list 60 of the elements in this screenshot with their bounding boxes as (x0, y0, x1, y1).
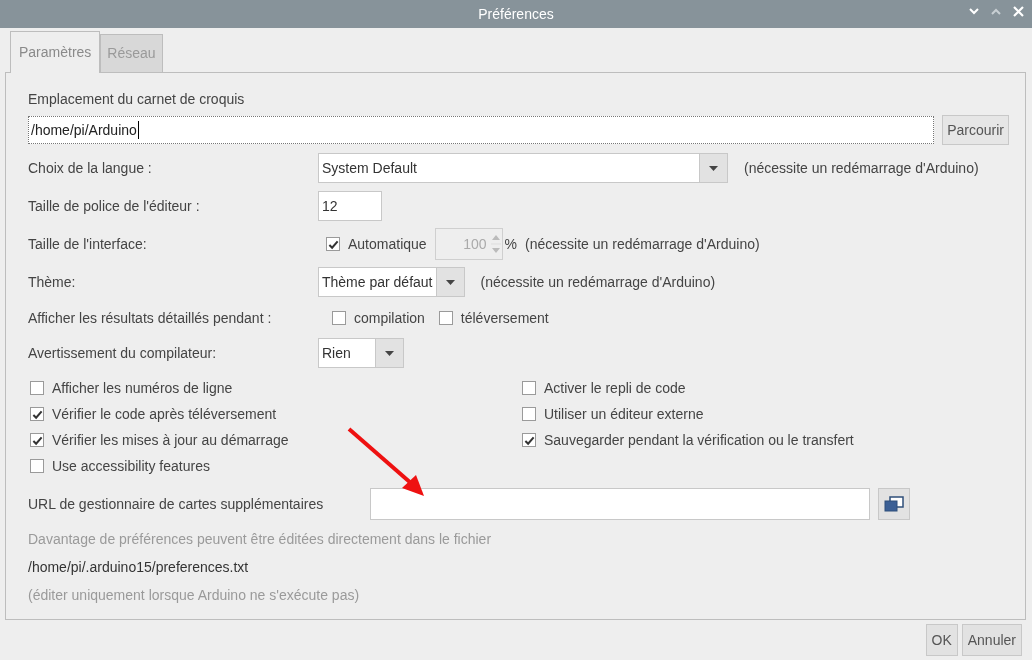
checkbox-label: téléversement (460, 308, 549, 328)
language-dropdown[interactable]: System Default (318, 153, 728, 183)
restart-note: (nécessite un redémarrage d'Arduino) (525, 234, 760, 254)
font-size-field[interactable]: 12 (318, 191, 382, 221)
setting-label: Choix de la langue : (28, 158, 153, 178)
checkbox[interactable] (522, 407, 536, 421)
setting-label: Taille de police de l'éditeur : (28, 196, 201, 216)
checkbox-label: Automatique (348, 234, 427, 254)
boards-url-field[interactable] (370, 488, 870, 520)
checkbox[interactable] (332, 311, 346, 325)
checkbox-label: Vérifier les mises à jour au démarrage (52, 430, 289, 450)
checkmark-icon (31, 434, 43, 446)
setting-label: URL de gestionnaire de cartes supplémentaires (28, 494, 325, 514)
warnings-dropdown[interactable]: Rien (318, 338, 404, 368)
checkbox[interactable] (326, 237, 340, 251)
checkmark-icon (31, 408, 43, 420)
setting-label: Afficher les résultats détaillés pendant : (28, 308, 273, 328)
preferences-file-path: /home/pi/.arduino15/preferences.txt (28, 558, 250, 577)
setting-label: Emplacement du carnet de croquis (28, 90, 246, 109)
minimize-icon[interactable] (969, 8, 979, 15)
dropdown-toggle[interactable] (375, 339, 403, 367)
checkbox-label: Vérifier le code après téléversement (52, 404, 277, 424)
browse-button[interactable]: Parcourir (942, 115, 1009, 145)
caret-icon (385, 350, 394, 356)
windows-icon (884, 496, 904, 512)
checkbox[interactable] (522, 433, 536, 447)
info-note: (éditer uniquement lorsque Arduino ne s'exécute pas) (28, 586, 361, 605)
checkbox-label: Use accessibility features (52, 456, 210, 476)
checkbox-label: compilation (354, 308, 425, 328)
checkbox-label: Utiliser un éditeur externe (544, 404, 704, 424)
checkbox[interactable] (30, 459, 44, 473)
sketchbook-path-field[interactable]: /home/pi/Arduino (28, 116, 935, 144)
dialog-button[interactable]: OK (925, 624, 958, 656)
checkmark-icon (523, 434, 535, 446)
restart-note: (nécessite un redémarrage d'Arduino) (744, 159, 979, 176)
checkbox[interactable] (30, 381, 44, 395)
close-icon[interactable] (1013, 6, 1024, 17)
caret-icon (709, 165, 718, 171)
caret-icon (445, 279, 455, 285)
checkmark-icon (327, 238, 339, 250)
dropdown-toggle[interactable] (435, 268, 464, 296)
checkbox-label: Afficher les numéros de ligne (52, 378, 233, 398)
dialog-button[interactable]: Annuler (961, 624, 1022, 656)
checkbox[interactable] (438, 311, 453, 325)
checkbox[interactable] (522, 381, 536, 395)
setting-label: Thème: (28, 272, 77, 292)
setting-label: Avertissement du compilateur: (28, 343, 218, 363)
restart-note: (nécessite un redémarrage d'Arduino) (480, 273, 716, 290)
dropdown-toggle[interactable] (699, 154, 727, 182)
checkbox[interactable] (30, 407, 44, 421)
checkbox-label: Sauvegarder pendant la vérification ou le transfert (544, 430, 854, 450)
checkbox-label: Activer le repli de code (544, 378, 686, 398)
checkbox[interactable] (30, 433, 44, 447)
theme-dropdown[interactable]: Thème par défaut (318, 267, 465, 297)
percent-unit: % (504, 234, 518, 254)
maximize-icon[interactable] (991, 8, 1001, 15)
setting-label: Taille de l'interface: (28, 234, 148, 254)
window-title: Préférences (478, 4, 554, 24)
edit-list-button[interactable] (878, 488, 910, 520)
info-note: Davantage de préférences peuvent être éditées directement dans le fichier (28, 530, 493, 549)
